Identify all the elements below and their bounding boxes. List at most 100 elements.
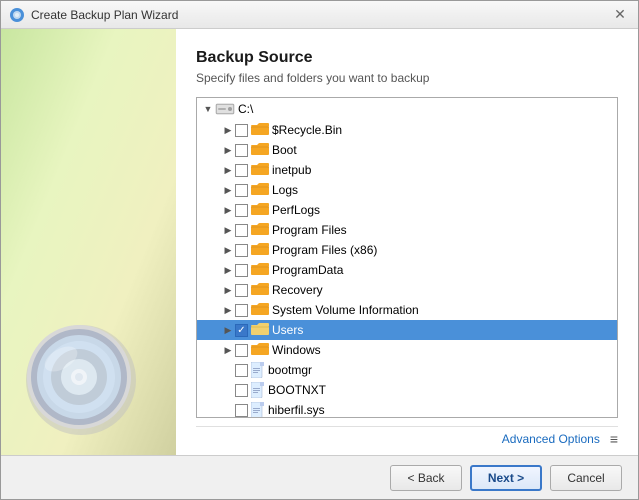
footer: < Back Next > Cancel xyxy=(1,455,638,499)
folder-icon xyxy=(251,143,269,157)
checkbox-programdata[interactable] xyxy=(235,264,248,277)
app-icon xyxy=(9,7,25,23)
root-label: C:\ xyxy=(238,102,253,116)
folder-icon xyxy=(251,183,269,197)
checkbox-users[interactable]: ✓ xyxy=(235,324,248,337)
folder-icon xyxy=(251,323,269,337)
tree-root[interactable]: ▼ C:\ xyxy=(197,98,617,120)
expander-recovery[interactable]: ▶ xyxy=(221,283,235,297)
menu-icon[interactable]: ≡ xyxy=(610,431,618,447)
folder-icon xyxy=(251,263,269,277)
checkbox-logs[interactable] xyxy=(235,184,248,197)
tree-item-hiberfil[interactable]: hiberfil.sys xyxy=(197,400,617,418)
item-label-programdata: ProgramData xyxy=(272,263,343,277)
item-label-users: Users xyxy=(272,323,303,337)
cancel-button[interactable]: Cancel xyxy=(550,465,622,491)
tree-items: ▶ $Recycle.Bin▶ Boot▶ inetpub▶ Logs▶ Per… xyxy=(197,120,617,418)
expander-systemvolume[interactable]: ▶ xyxy=(221,303,235,317)
tree-item-logs[interactable]: ▶ Logs xyxy=(197,180,617,200)
item-label-bootmgr: bootmgr xyxy=(268,363,312,377)
folder-icon xyxy=(251,203,269,217)
item-label-perflogs: PerfLogs xyxy=(272,203,320,217)
folder-icon xyxy=(251,343,269,357)
tree-item-users[interactable]: ▶✓ Users xyxy=(197,320,617,340)
tree-item-recycle[interactable]: ▶ $Recycle.Bin xyxy=(197,120,617,140)
back-button[interactable]: < Back xyxy=(390,465,462,491)
main-content: Backup Source Specify files and folders … xyxy=(1,29,638,455)
bottom-toolbar: Advanced Options ≡ xyxy=(196,426,618,455)
folder-icon xyxy=(251,123,269,137)
checkbox-recycle[interactable] xyxy=(235,124,248,137)
file-icon xyxy=(251,382,265,398)
advanced-options-link[interactable]: Advanced Options xyxy=(502,432,600,446)
expander-perflogs[interactable]: ▶ xyxy=(221,203,235,217)
sidebar xyxy=(1,29,176,455)
tree-item-bootnxt[interactable]: BOOTNXT xyxy=(197,380,617,400)
tree-item-programdata[interactable]: ▶ ProgramData xyxy=(197,260,617,280)
title-bar: Create Backup Plan Wizard ✕ xyxy=(1,1,638,29)
expander-programdata[interactable]: ▶ xyxy=(221,263,235,277)
checkbox-programfiles[interactable] xyxy=(235,224,248,237)
item-label-bootnxt: BOOTNXT xyxy=(268,383,326,397)
expander-bootmgr[interactable] xyxy=(221,363,235,377)
checkbox-bootnxt[interactable] xyxy=(235,384,248,397)
checkbox-perflogs[interactable] xyxy=(235,204,248,217)
tree-item-windows[interactable]: ▶ Windows xyxy=(197,340,617,360)
folder-icon xyxy=(251,223,269,237)
item-label-boot: Boot xyxy=(272,143,297,157)
expander-boot[interactable]: ▶ xyxy=(221,143,235,157)
item-label-programfilesx86: Program Files (x86) xyxy=(272,243,377,257)
folder-icon xyxy=(251,283,269,297)
checkbox-boot[interactable] xyxy=(235,144,248,157)
folder-icon xyxy=(251,163,269,177)
item-label-inetpub: inetpub xyxy=(272,163,311,177)
tree-item-bootmgr[interactable]: bootmgr xyxy=(197,360,617,380)
expander-hiberfil[interactable] xyxy=(221,403,235,417)
folder-icon xyxy=(251,303,269,317)
next-button[interactable]: Next > xyxy=(470,465,542,491)
expander-windows[interactable]: ▶ xyxy=(221,343,235,357)
checkbox-recovery[interactable] xyxy=(235,284,248,297)
panel-header: Backup Source Specify files and folders … xyxy=(196,49,618,85)
item-label-windows: Windows xyxy=(272,343,321,357)
file-icon xyxy=(251,362,265,378)
window-title: Create Backup Plan Wizard xyxy=(31,8,178,22)
close-button[interactable]: ✕ xyxy=(610,5,630,25)
tree-item-systemvolume[interactable]: ▶ System Volume Information xyxy=(197,300,617,320)
root-expander[interactable]: ▼ xyxy=(201,102,215,116)
checkbox-inetpub[interactable] xyxy=(235,164,248,177)
tree-item-programfiles[interactable]: ▶ Program Files xyxy=(197,220,617,240)
tree-item-boot[interactable]: ▶ Boot xyxy=(197,140,617,160)
item-label-hiberfil: hiberfil.sys xyxy=(268,403,325,417)
expander-recycle[interactable]: ▶ xyxy=(221,123,235,137)
expander-inetpub[interactable]: ▶ xyxy=(221,163,235,177)
header-row: Backup Source Specify files and folders … xyxy=(196,49,618,97)
drive-icon xyxy=(215,101,235,117)
tree-item-perflogs[interactable]: ▶ PerfLogs xyxy=(197,200,617,220)
main-window: Create Backup Plan Wizard ✕ xyxy=(0,0,639,500)
expander-programfilesx86[interactable]: ▶ xyxy=(221,243,235,257)
panel-subtitle: Specify files and folders you want to ba… xyxy=(196,71,618,85)
expander-programfiles[interactable]: ▶ xyxy=(221,223,235,237)
disc-decoration xyxy=(21,315,141,435)
item-label-recycle: $Recycle.Bin xyxy=(272,123,342,137)
item-label-logs: Logs xyxy=(272,183,298,197)
panel-title: Backup Source xyxy=(196,49,618,67)
tree-item-inetpub[interactable]: ▶ inetpub xyxy=(197,160,617,180)
file-tree[interactable]: ▼ C:\ ▶ $Recycle.Bin▶ Boot▶ xyxy=(196,97,618,418)
checkbox-programfilesx86[interactable] xyxy=(235,244,248,257)
folder-icon xyxy=(251,243,269,257)
checkbox-bootmgr[interactable] xyxy=(235,364,248,377)
checkbox-windows[interactable] xyxy=(235,344,248,357)
title-bar-left: Create Backup Plan Wizard xyxy=(9,7,178,23)
tree-item-programfilesx86[interactable]: ▶ Program Files (x86) xyxy=(197,240,617,260)
expander-users[interactable]: ▶ xyxy=(221,323,235,337)
expander-bootnxt[interactable] xyxy=(221,383,235,397)
tree-item-recovery[interactable]: ▶ Recovery xyxy=(197,280,617,300)
expander-logs[interactable]: ▶ xyxy=(221,183,235,197)
item-label-recovery: Recovery xyxy=(272,283,323,297)
checkbox-hiberfil[interactable] xyxy=(235,404,248,417)
checkbox-systemvolume[interactable] xyxy=(235,304,248,317)
file-icon xyxy=(251,402,265,418)
item-label-systemvolume: System Volume Information xyxy=(272,303,419,317)
